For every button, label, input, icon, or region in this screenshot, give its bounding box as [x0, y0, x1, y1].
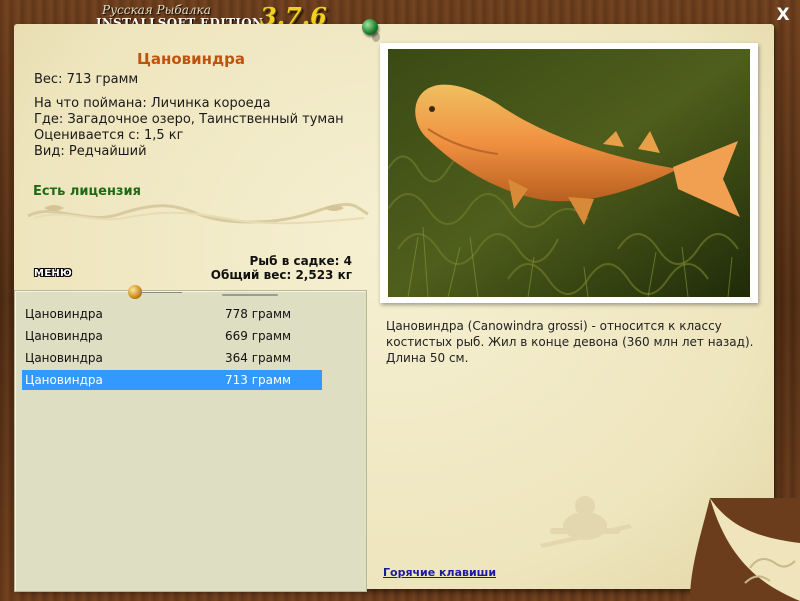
logo-title: Русская Рыбалка — [102, 3, 211, 17]
page-curl — [690, 498, 800, 601]
keepnet-count: Рыб в садке: 4 — [249, 254, 353, 268]
pushpin-icon — [362, 19, 378, 35]
keepnet-weight: Общий вес: 2,523 кг — [210, 268, 352, 282]
catch-name: Цановиндра — [25, 351, 103, 365]
fishing-line — [140, 292, 182, 293]
fish-valued-from: Оценивается с: 1,5 кг — [34, 128, 184, 143]
license-status: Есть лицензия — [33, 184, 141, 199]
fish-location: Где: Загадочное озеро, Таинственный тума… — [34, 112, 344, 127]
fish-weight: Вес: 713 грамм — [34, 72, 139, 87]
close-button[interactable]: X — [774, 6, 792, 24]
catch-row-selected[interactable]: Цановиндра 713 грамм — [22, 370, 322, 390]
catch-row[interactable]: Цановиндра 669 грамм — [22, 326, 322, 346]
fish-description: Цановиндра (Canowindra grossi) - относит… — [386, 319, 754, 365]
catch-weight: 364 грамм — [225, 351, 292, 365]
catch-weight: 778 грамм — [225, 307, 292, 321]
fisherman-silhouette-icon — [540, 496, 632, 548]
hotkeys-link[interactable]: Горячие клавиши — [383, 566, 496, 579]
fish-image — [388, 49, 750, 297]
catch-name: Цановиндра — [25, 329, 103, 343]
catch-weight: 669 грамм — [225, 329, 292, 343]
fish-photo — [388, 49, 750, 297]
catch-name: Цановиндра — [25, 373, 103, 387]
catch-row[interactable]: Цановиндра 364 грамм — [22, 348, 322, 368]
ornament-divider — [27, 202, 369, 225]
menu-button[interactable]: МЕНЮ — [34, 268, 72, 279]
catch-row[interactable]: Цановиндра 778 грамм — [22, 304, 322, 324]
fish-name: Цановиндра — [136, 50, 246, 68]
catch-weight: 713 грамм — [225, 373, 292, 387]
fish-bait: На что поймана: Личинка короеда — [34, 96, 271, 111]
needle-icon — [222, 294, 278, 296]
fish-rarity: Вид: Редчайший — [34, 144, 147, 159]
catch-name: Цановиндра — [25, 307, 103, 321]
fish-photo-frame — [380, 43, 758, 303]
